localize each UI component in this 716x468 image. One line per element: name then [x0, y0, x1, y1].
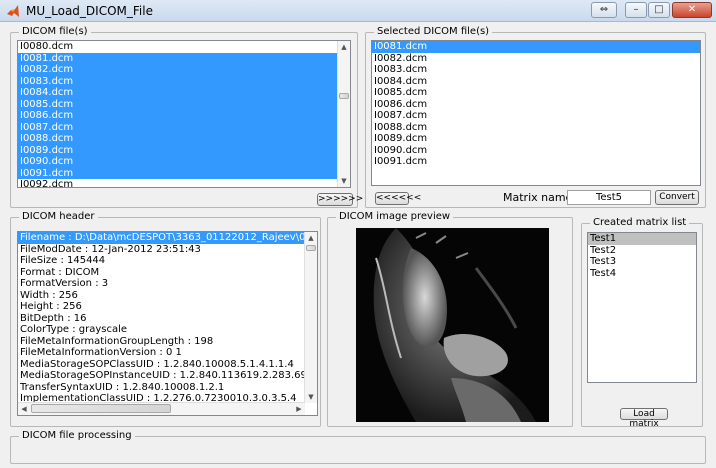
- list-item[interactable]: I0082.dcm: [18, 64, 350, 76]
- list-item[interactable]: Height : 256: [18, 301, 305, 313]
- scroll-left-icon[interactable]: ◀: [18, 403, 30, 415]
- list-item[interactable]: FileModDate : 12-Jan-2012 23:51:43: [18, 244, 305, 256]
- list-item[interactable]: I0080.dcm: [18, 41, 350, 53]
- dicom-header-vscroll[interactable]: ▲ ▼: [304, 232, 317, 403]
- list-item[interactable]: I0087.dcm: [18, 121, 350, 133]
- processing-title: DICOM file processing: [19, 430, 135, 442]
- list-item[interactable]: I0086.dcm: [18, 110, 350, 122]
- list-item[interactable]: BitDepth : 16: [18, 313, 305, 325]
- selected-files-group: Selected DICOM file(s) I0081.dcm I0082.dc…: [365, 26, 706, 208]
- matrix-list-title: Created matrix list: [590, 217, 690, 229]
- scroll-right-icon[interactable]: ▶: [293, 403, 305, 415]
- knee-mri-image: [356, 228, 549, 422]
- matlab-icon: [7, 5, 19, 17]
- load-matrix-button[interactable]: Load matrix: [620, 408, 668, 429]
- window-title: MU_Load_DICOM_File: [26, 4, 153, 18]
- list-item[interactable]: I0082.dcm: [372, 53, 700, 65]
- list-item[interactable]: I0088.dcm: [372, 122, 700, 134]
- list-item[interactable]: I0091.dcm: [18, 167, 350, 179]
- list-item[interactable]: I0092.dcm: [18, 179, 350, 187]
- list-item[interactable]: Format : DICOM: [18, 267, 305, 279]
- list-item[interactable]: ColorType : grayscale: [18, 324, 305, 336]
- convert-button[interactable]: Convert: [655, 190, 699, 205]
- list-item[interactable]: TransferSyntaxUID : 1.2.840.10008.1.2.1: [18, 382, 305, 394]
- dicom-header-group: DICOM header Filename : D:\Data\mcDESPOT…: [10, 211, 321, 427]
- scroll-up-icon[interactable]: ▲: [338, 41, 350, 53]
- dicom-header-hscroll[interactable]: ◀ ▶: [18, 402, 305, 415]
- selected-files-title: Selected DICOM file(s): [374, 26, 493, 38]
- processing-group: DICOM file processing: [10, 430, 706, 464]
- close-button[interactable]: ✕: [672, 2, 712, 18]
- remove-files-button[interactable]: <<<<<<: [375, 192, 421, 205]
- matrix-name-label: Matrix name: [503, 191, 573, 204]
- list-item[interactable]: Test2: [588, 245, 696, 257]
- list-item[interactable]: I0081.dcm: [372, 41, 700, 53]
- dicom-header-title: DICOM header: [19, 211, 98, 223]
- list-item[interactable]: Test4: [588, 268, 696, 280]
- scroll-up-icon[interactable]: ▲: [305, 232, 317, 244]
- dicom-header-list[interactable]: Filename : D:\Data\mcDESPOT\3363_0112201…: [17, 231, 318, 416]
- list-item[interactable]: I0087.dcm: [372, 110, 700, 122]
- list-item[interactable]: I0089.dcm: [372, 133, 700, 145]
- list-item[interactable]: I0086.dcm: [372, 99, 700, 111]
- scroll-thumb[interactable]: [339, 93, 349, 99]
- list-item[interactable]: I0090.dcm: [372, 145, 700, 157]
- list-item[interactable]: Test1: [588, 233, 696, 245]
- dicom-files-title: DICOM file(s): [19, 26, 91, 38]
- title-bar: MU_Load_DICOM_File ⇔ – □ ✕: [0, 0, 716, 22]
- dicom-files-scrollbar[interactable]: ▲ ▼: [337, 41, 350, 187]
- list-item[interactable]: MediaStorageSOPInstanceUID : 1.2.840.113…: [18, 370, 305, 382]
- dicom-image-preview: [356, 228, 549, 422]
- restore-icon[interactable]: ⇔: [591, 2, 617, 18]
- scroll-thumb[interactable]: [306, 245, 316, 251]
- list-item[interactable]: MediaStorageSOPClassUID : 1.2.840.10008.…: [18, 359, 305, 371]
- list-item[interactable]: FileSize : 145444: [18, 255, 305, 267]
- list-item[interactable]: I0083.dcm: [372, 64, 700, 76]
- list-item[interactable]: FormatVersion : 3: [18, 278, 305, 290]
- hscroll-thumb[interactable]: [31, 404, 171, 413]
- preview-group: DICOM image preview: [327, 211, 573, 427]
- list-item[interactable]: I0081.dcm: [18, 52, 350, 64]
- list-item[interactable]: I0085.dcm: [372, 87, 700, 99]
- add-files-button[interactable]: >>>>>>: [317, 193, 363, 206]
- selected-files-list[interactable]: I0081.dcm I0082.dcm I0083.dcm I0084.dcm I008…: [371, 40, 701, 186]
- scroll-down-icon[interactable]: ▼: [305, 391, 317, 403]
- matrix-list-group: Created matrix list Test1 Test2 Test3 Test4…: [581, 217, 703, 429]
- list-item[interactable]: FileMetaInformationVersion : 0 1: [18, 347, 305, 359]
- list-item[interactable]: Filename : D:\Data\mcDESPOT\3363_0112201…: [18, 232, 305, 244]
- list-item[interactable]: I0091.dcm: [372, 156, 700, 168]
- maximize-button[interactable]: □: [648, 2, 670, 18]
- dicom-files-group: DICOM file(s) I0080.dcm I0081.dcm I0082.dc…: [10, 26, 363, 208]
- preview-title: DICOM image preview: [336, 211, 454, 223]
- minimize-button[interactable]: –: [625, 2, 647, 18]
- list-item[interactable]: I0085.dcm: [18, 98, 350, 110]
- list-item[interactable]: FileMetaInformationGroupLength : 198: [18, 336, 305, 348]
- list-item[interactable]: I0088.dcm: [18, 133, 350, 145]
- list-item[interactable]: Test3: [588, 256, 696, 268]
- list-item[interactable]: Width : 256: [18, 290, 305, 302]
- list-item[interactable]: I0089.dcm: [18, 144, 350, 156]
- list-item[interactable]: I0084.dcm: [372, 76, 700, 88]
- matrix-list[interactable]: Test1 Test2 Test3 Test4: [587, 232, 697, 383]
- list-item[interactable]: I0090.dcm: [18, 156, 350, 168]
- dicom-files-list[interactable]: I0080.dcm I0081.dcm I0082.dcm I0083.dcm I008…: [17, 40, 351, 188]
- list-item[interactable]: I0083.dcm: [18, 75, 350, 87]
- list-item[interactable]: I0084.dcm: [18, 87, 350, 99]
- matrix-name-input[interactable]: Test5: [567, 190, 651, 205]
- scroll-down-icon[interactable]: ▼: [338, 175, 350, 187]
